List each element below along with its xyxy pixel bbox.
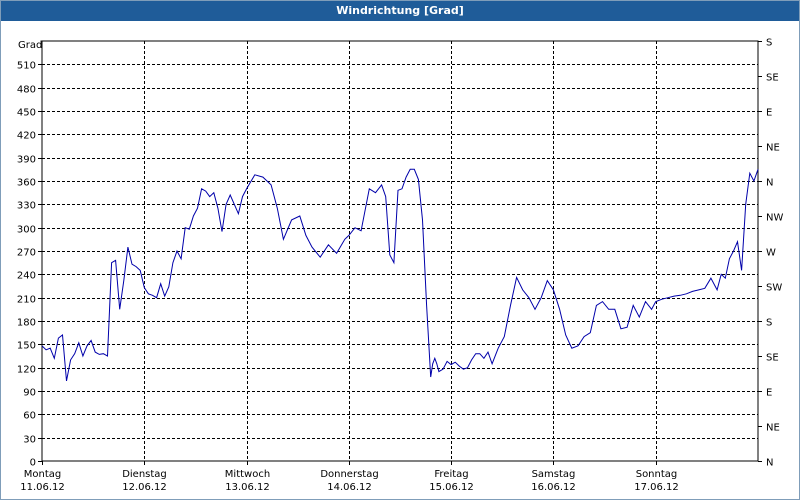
right-tick-label: E <box>766 388 772 399</box>
y-axis-label: Grad <box>18 40 42 51</box>
y-tick-label: 240 <box>17 271 36 282</box>
x-tick-label-day: Samstag <box>532 469 576 480</box>
chart-title: Windrichtung [Grad] <box>1 1 799 21</box>
y-tick-label: 210 <box>17 295 36 306</box>
x-tick-label-date: 16.06.12 <box>531 482 576 493</box>
right-tick-label: SE <box>766 73 779 84</box>
right-tick-label: N <box>766 458 773 469</box>
y-tick-label: 30 <box>23 435 36 446</box>
right-tick-label: W <box>766 248 776 259</box>
x-tick-label-day: Donnerstag <box>320 469 378 480</box>
x-tick-label-date: 15.06.12 <box>429 482 474 493</box>
y-tick-label: 60 <box>23 411 36 422</box>
y-tick-label: 270 <box>17 248 36 259</box>
y-tick-label: 330 <box>17 201 36 212</box>
chart-window: Windrichtung [Grad] 0 30 60 90 120 150 180 210 2… <box>0 0 800 500</box>
y-tick-label: 150 <box>17 341 36 352</box>
chart-canvas: 0 30 60 90 120 150 180 210 240 270 300 330 360 390 420… <box>17 38 784 494</box>
y-tick-label: 360 <box>17 178 36 189</box>
right-tick-label: NE <box>766 423 780 434</box>
y-tick-label: 420 <box>17 131 36 142</box>
right-tick-label: E <box>766 108 772 119</box>
x-tick-label-day: Dienstag <box>122 469 167 480</box>
y-tick-label: 0 <box>30 458 36 469</box>
x-tick-label-day: Sonntag <box>636 469 678 480</box>
y-tick-label: 90 <box>23 388 36 399</box>
x-tick-label-day: Mittwoch <box>225 469 270 480</box>
y-tick-label: 450 <box>17 108 36 119</box>
right-tick-label: SW <box>766 283 782 294</box>
y-tick-label: 510 <box>17 61 36 72</box>
x-tick-label-date: 17.06.12 <box>634 482 679 493</box>
x-tick-label-date: 14.06.12 <box>327 482 372 493</box>
x-tick-label-date: 13.06.12 <box>225 482 270 493</box>
y-tick-label: 390 <box>17 155 36 166</box>
right-tick-label: N <box>766 178 773 189</box>
x-tick-label-day: Freitag <box>434 469 468 480</box>
y-tick-label: 180 <box>17 318 36 329</box>
right-tick-label: SE <box>766 353 779 364</box>
x-tick-label-date: 11.06.12 <box>20 482 65 493</box>
right-tick-label: NW <box>766 213 783 224</box>
x-tick-label-date: 12.06.12 <box>122 482 167 493</box>
y-tick-label: 300 <box>17 225 36 236</box>
right-tick-label: S <box>766 38 772 49</box>
right-tick-label: S <box>766 318 772 329</box>
right-tick-label: NE <box>766 143 780 154</box>
x-tick-label-day: Montag <box>24 469 61 480</box>
y-tick-label: 120 <box>17 365 36 376</box>
y-tick-label: 480 <box>17 85 36 96</box>
